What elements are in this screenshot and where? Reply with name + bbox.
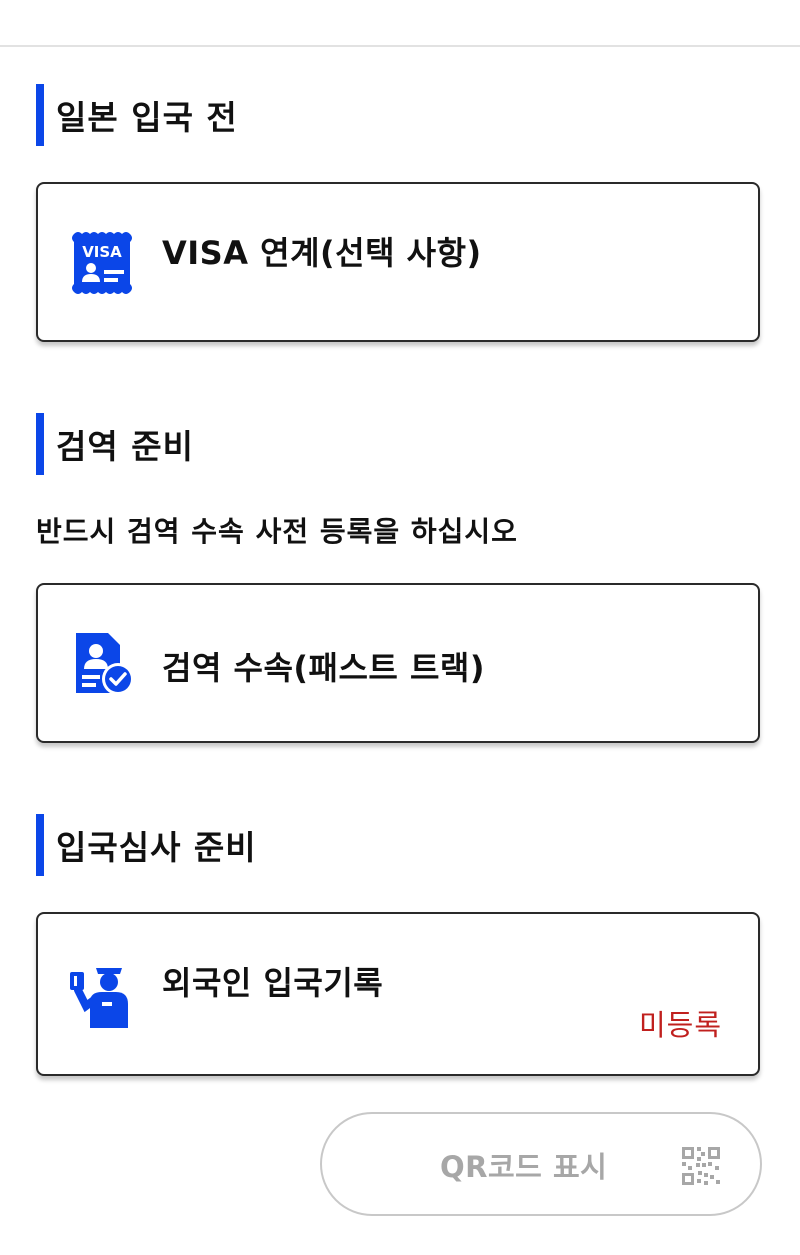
section-accent-bar xyxy=(36,814,44,876)
section-accent-bar xyxy=(36,413,44,475)
foreigner-entry-record-label: 외국인 입국기록 xyxy=(162,964,384,1002)
registration-status-badge: 미등록 xyxy=(638,1008,722,1042)
visa-link-card[interactable]: VISA VISA 연계(선택 사항) xyxy=(36,182,760,342)
svg-text:VISA: VISA xyxy=(82,243,122,261)
visa-card-icon: VISA xyxy=(68,228,138,298)
section-header-before-entry: 일본 입국 전 xyxy=(36,84,238,146)
section-title: 입국심사 준비 xyxy=(56,828,257,867)
section-header-immigration: 입국심사 준비 xyxy=(36,814,257,876)
section-title: 검역 준비 xyxy=(56,427,194,466)
visa-link-label: VISA 연계(선택 사항) xyxy=(162,234,482,272)
show-qr-code-label: QR코드 표시 xyxy=(440,1150,608,1184)
immigration-officer-icon xyxy=(68,962,138,1032)
section-title: 일본 입국 전 xyxy=(56,98,238,137)
quarantine-fast-track-card[interactable]: 검역 수속(패스트 트랙) xyxy=(36,583,760,743)
quarantine-notice: 반드시 검역 수속 사전 등록을 하십시오 xyxy=(36,515,518,548)
show-qr-code-button[interactable]: QR코드 표시 xyxy=(320,1112,762,1216)
quarantine-document-check-icon xyxy=(68,631,138,701)
quarantine-fast-track-label: 검역 수속(패스트 트랙) xyxy=(162,649,485,687)
section-header-quarantine: 검역 준비 xyxy=(36,413,194,475)
foreigner-entry-record-card[interactable]: 외국인 입국기록 미등록 xyxy=(36,912,760,1076)
header-divider xyxy=(0,45,800,47)
qr-code-icon xyxy=(682,1147,720,1185)
section-accent-bar xyxy=(36,84,44,146)
